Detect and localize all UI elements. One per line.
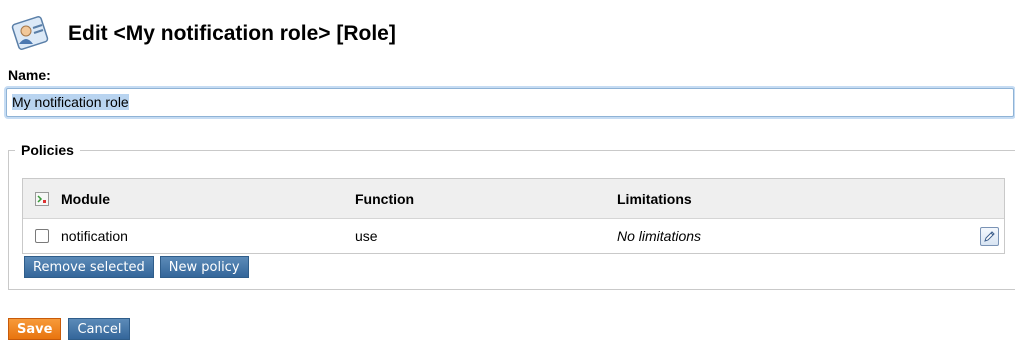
name-input-value: My notification role [12,94,129,110]
column-function: Function [355,190,415,207]
name-label: Name: [8,67,51,83]
cancel-button[interactable]: Cancel [68,318,131,340]
cell-limitations: No limitations [617,228,702,244]
cell-function: use [355,228,378,244]
cell-module: notification [61,228,128,244]
table-row: notification use No limitations [23,219,1004,253]
toggle-selection-icon[interactable] [35,191,49,206]
role-card-icon [8,11,54,57]
page-header: Edit <My notification role> [Role] [8,4,396,64]
edit-policy-icon[interactable] [979,226,999,246]
table-header-row: Module Function Limitations [23,179,1004,219]
row-checkbox[interactable] [35,229,49,243]
column-limitations: Limitations [617,190,692,207]
column-module: Module [61,190,110,207]
page-title: Edit <My notification role> [Role] [68,22,396,45]
form-actions: Save Cancel [8,318,131,340]
policies-table: Module Function Limitations notification… [22,178,1005,254]
new-policy-button[interactable]: New policy [159,256,249,278]
remove-selected-button[interactable]: Remove selected [24,256,154,278]
name-input[interactable]: My notification role [6,88,1014,117]
policies-legend: Policies [21,142,74,158]
save-button[interactable]: Save [8,318,62,340]
policy-buttons: Remove selected New policy [24,256,249,278]
